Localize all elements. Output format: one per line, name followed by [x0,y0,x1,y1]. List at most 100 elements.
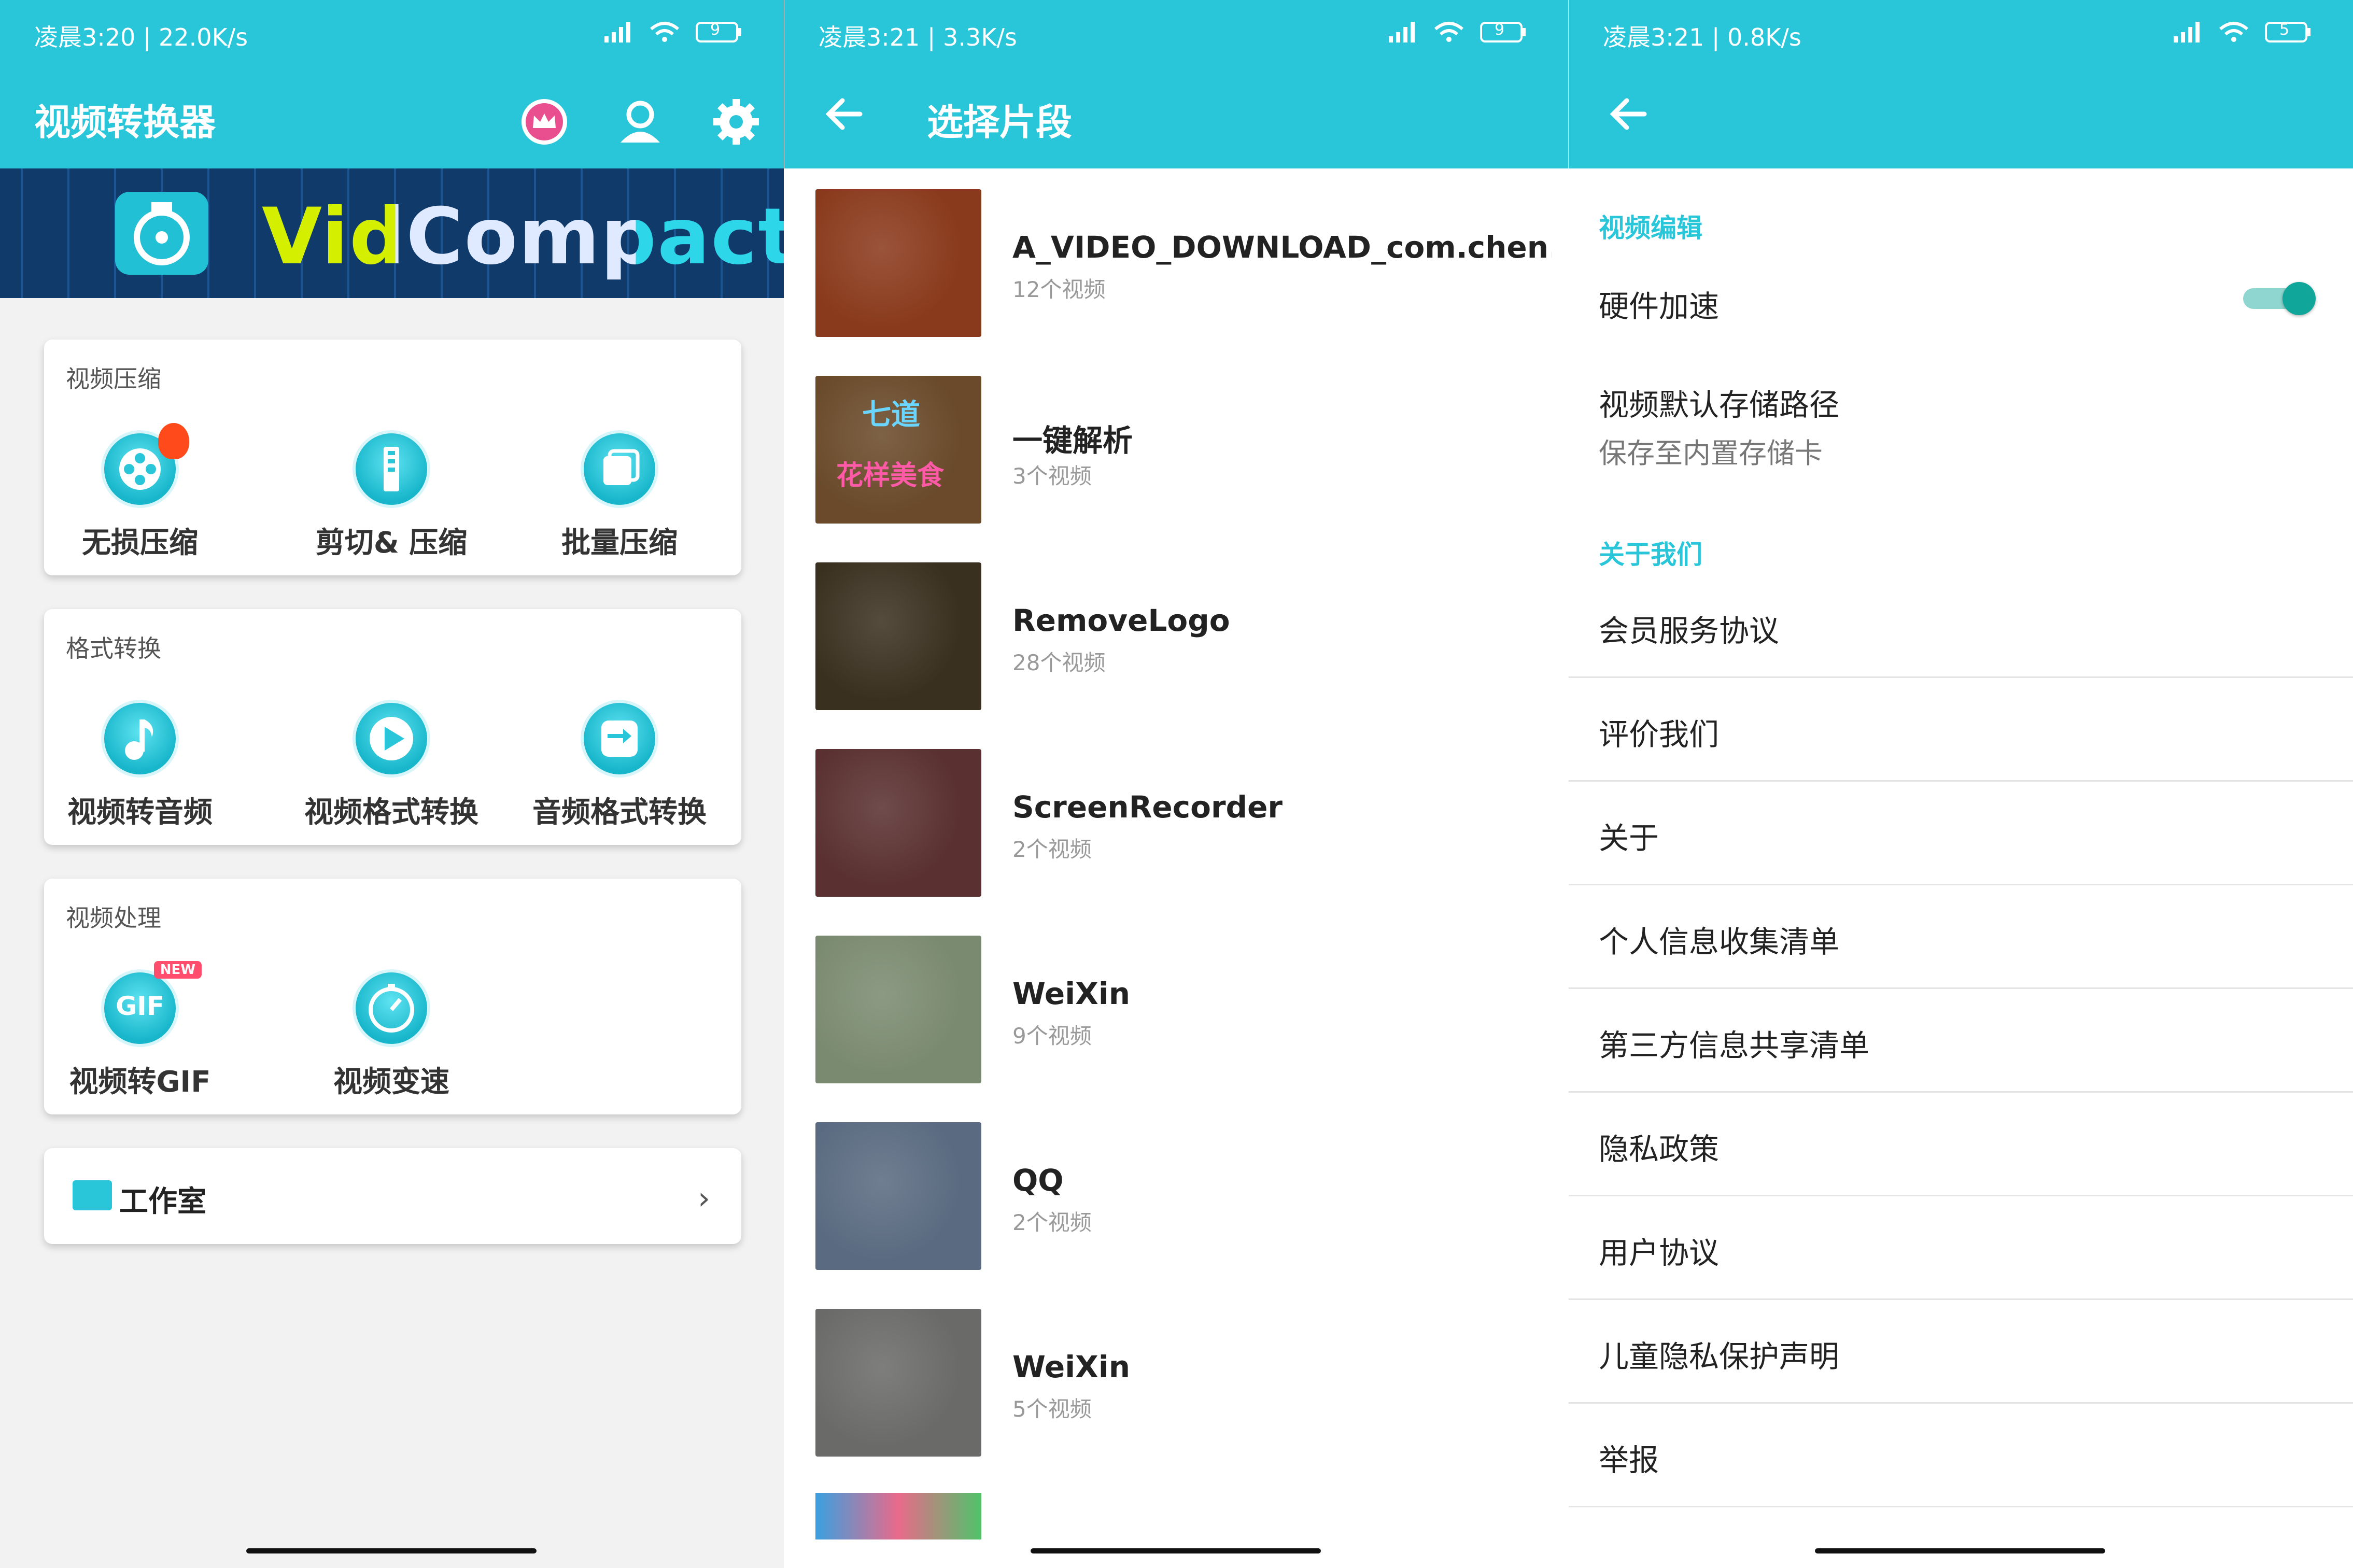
settings-item[interactable]: 举报 [1569,1425,2353,1527]
divider [1569,1506,2353,1507]
folder-thumbnail [815,1122,981,1270]
status-bar: 凌晨3:20 | 22.0K/s 9 [0,0,784,67]
film-reel-icon [101,423,189,508]
compress-card: 视频压缩 无损压缩 剪切& 压缩 批量压缩 [44,340,741,575]
divider [1569,1195,2353,1196]
battery-icon: 5 [2265,21,2312,44]
status-bar: 凌晨3:21 | 3.3K/s 9 [784,0,1568,67]
crown-icon[interactable] [518,96,570,148]
folder-row[interactable]: WeiXin 5个视频 [784,1309,1568,1495]
back-arrow-icon[interactable] [1603,88,1655,140]
divider [1569,884,2353,885]
settings-item[interactable]: 会员服务协议 [1569,596,2353,697]
tool-video-speed[interactable]: 视频变速 [293,969,490,1100]
zip-icon [353,430,430,508]
tool-video-format[interactable]: 视频格式转换 [293,700,490,831]
tool-audio-format[interactable]: 音频格式转换 [521,700,718,831]
wifi-icon [2218,21,2249,44]
folder-thumbnail [815,1309,981,1457]
tool-label: 视频转GIF [69,1065,211,1099]
setting-label: 评价我们 [1599,717,1720,752]
battery-icon: 9 [696,21,742,44]
folder-thumbnail [815,562,981,710]
tool-batch-compress[interactable]: 批量压缩 [521,430,718,561]
divider [1569,987,2353,989]
setting-label: 儿童隐私保护声明 [1599,1339,1840,1374]
settings-item[interactable]: 个人信息收集清单 [1569,907,2353,1008]
home-indicator[interactable] [1031,1548,1321,1553]
setting-label: 举报 [1599,1443,1659,1478]
folder-row[interactable]: RemoveLogo 28个视频 [784,562,1568,749]
settings-item[interactable]: 第三方信息共享清单 [1569,1011,2353,1112]
tool-video-to-audio[interactable]: 视频转音频 [41,700,238,831]
folder-video-count: 2个视频 [1012,837,1092,862]
setting-label: 视频默认存储路径 [1599,387,1840,422]
app-bar: 视频转换器 [0,67,784,168]
back-arrow-icon[interactable] [819,88,870,140]
divider [1569,676,2353,678]
play-icon [353,700,430,778]
setting-storage-path[interactable]: 视频默认存储路径 保存至内置存储卡 [1569,373,2353,477]
studio-label: 工作室 [119,1185,206,1219]
folder-thumbnail [815,936,981,1083]
settings-item[interactable]: 评价我们 [1569,700,2353,801]
folder-row[interactable]: ScreenRecorder 2个视频 [784,749,1568,936]
tool-label: 视频转音频 [67,796,213,829]
account-icon[interactable] [614,96,666,148]
folder-row[interactable]: 七道 花样美食 一键解析 3个视频 [784,376,1568,562]
tool-video-to-gif[interactable]: GIF NEW 视频转GIF [41,961,238,1100]
promo-banner[interactable]: VidCompact [0,168,784,298]
select-clip-screen: 凌晨3:21 | 3.3K/s 9 选择片段 A_VIDEO_DOWNLOAD_… [784,0,1568,1568]
folder-row[interactable]: WeiXin 9个视频 [784,936,1568,1122]
hw-accel-toggle[interactable] [2243,282,2316,315]
app-bar: 选择片段 [784,67,1568,168]
folder-name: RemoveLogo [1012,603,1230,638]
folder-thumbnail: 七道 花样美食 [815,376,981,524]
new-badge: NEW [153,961,202,979]
home-indicator[interactable] [1815,1548,2105,1553]
partial-thumbnail [815,1493,981,1539]
setting-label: 用户协议 [1599,1235,1720,1270]
folder-row[interactable]: QQ 2个视频 [784,1122,1568,1309]
wifi-icon [649,21,680,44]
setting-label: 会员服务协议 [1599,613,1780,648]
status-time-speed: 凌晨3:20 | 22.0K/s [34,23,248,51]
settings-item[interactable]: 儿童隐私保护声明 [1569,1322,2353,1423]
folder-row[interactable]: A_VIDEO_DOWNLOAD_com.chen.dou... 12个视频 [784,189,1568,376]
signal-icon [1387,21,1418,44]
swap-icon [581,700,658,778]
folder-name: 一键解析 [1012,423,1133,458]
studio-row[interactable]: 工作室 › [44,1148,741,1244]
settings-item[interactable]: 关于 [1569,803,2353,905]
gif-icon: GIF NEW [101,961,202,1047]
section-header-about: 关于我们 [1599,540,1702,570]
setting-hw-accel[interactable]: 硬件加速 [1569,275,2353,332]
gear-icon[interactable] [710,96,762,148]
banner-logo-text: VidCompact [262,192,784,282]
status-bar: 凌晨3:21 | 0.8K/s 5 [1569,0,2353,67]
tool-cut-compress[interactable]: 剪切& 压缩 [293,430,490,561]
page-title: 选择片段 [927,101,1072,144]
convert-card: 格式转换 视频转音频 视频格式转换 音频格式转换 [44,609,741,845]
folder-thumbnail [815,749,981,897]
page-title: 视频转换器 [34,101,216,144]
tool-label: 批量压缩 [561,526,678,560]
folder-video-count: 2个视频 [1012,1210,1092,1235]
music-note-icon [101,700,179,778]
setting-label: 硬件加速 [1599,289,1720,324]
signal-icon [602,21,633,44]
setting-label: 关于 [1599,821,1659,856]
divider [1569,1091,2353,1093]
battery-level: 9 [1495,21,1505,39]
home-indicator[interactable] [246,1548,537,1553]
hot-badge-icon [158,423,189,459]
section-header-video-edit: 视频编辑 [1599,213,1702,243]
speedometer-icon [353,969,430,1047]
setting-sublabel: 保存至内置存储卡 [1599,437,1823,470]
tool-lossless-compress[interactable]: 无损压缩 [41,423,238,561]
setting-label: 第三方信息共享清单 [1599,1028,1870,1063]
folder-video-count: 12个视频 [1012,277,1106,302]
settings-item[interactable]: 用户协议 [1569,1218,2353,1319]
folder-video-count: 5个视频 [1012,1396,1092,1422]
settings-item[interactable]: 隐私政策 [1569,1114,2353,1216]
